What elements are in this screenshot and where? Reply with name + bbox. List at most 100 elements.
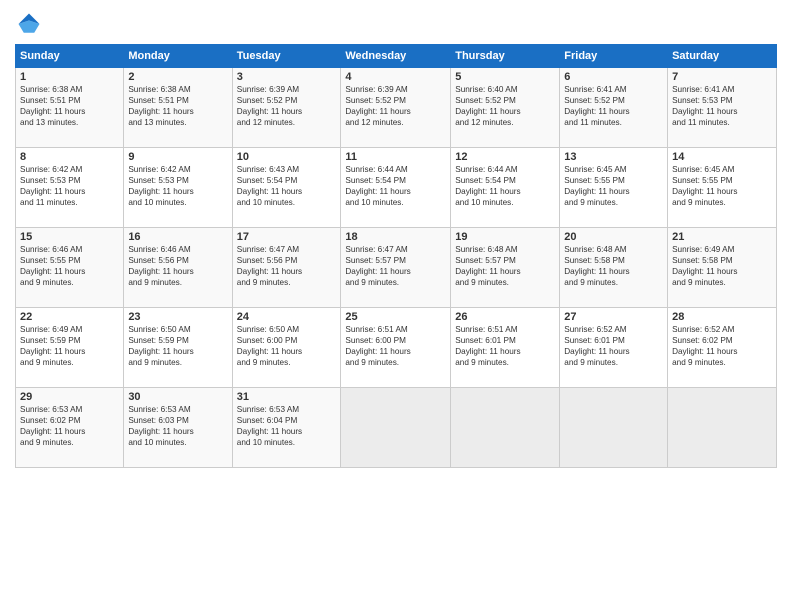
calendar-day-cell: 5Sunrise: 6:40 AM Sunset: 5:52 PM Daylig… <box>451 68 560 148</box>
calendar-day-cell: 24Sunrise: 6:50 AM Sunset: 6:00 PM Dayli… <box>232 308 341 388</box>
calendar-day-cell: 11Sunrise: 6:44 AM Sunset: 5:54 PM Dayli… <box>341 148 451 228</box>
day-info: Sunrise: 6:46 AM Sunset: 5:55 PM Dayligh… <box>20 244 119 288</box>
calendar-week-row: 22Sunrise: 6:49 AM Sunset: 5:59 PM Dayli… <box>16 308 777 388</box>
day-number: 29 <box>20 391 119 403</box>
calendar-day-cell: 6Sunrise: 6:41 AM Sunset: 5:52 PM Daylig… <box>560 68 668 148</box>
day-number: 7 <box>672 71 772 83</box>
day-info: Sunrise: 6:42 AM Sunset: 5:53 PM Dayligh… <box>20 164 119 208</box>
day-number: 3 <box>237 71 337 83</box>
day-number: 21 <box>672 231 772 243</box>
logo-icon <box>15 10 43 38</box>
day-number: 20 <box>564 231 663 243</box>
day-number: 2 <box>128 71 227 83</box>
calendar-day-cell: 18Sunrise: 6:47 AM Sunset: 5:57 PM Dayli… <box>341 228 451 308</box>
day-info: Sunrise: 6:44 AM Sunset: 5:54 PM Dayligh… <box>455 164 555 208</box>
calendar-week-row: 1Sunrise: 6:38 AM Sunset: 5:51 PM Daylig… <box>16 68 777 148</box>
logo <box>15 10 47 38</box>
day-number: 31 <box>237 391 337 403</box>
day-number: 25 <box>345 311 446 323</box>
day-info: Sunrise: 6:49 AM Sunset: 5:58 PM Dayligh… <box>672 244 772 288</box>
calendar-day-cell: 15Sunrise: 6:46 AM Sunset: 5:55 PM Dayli… <box>16 228 124 308</box>
day-info: Sunrise: 6:41 AM Sunset: 5:52 PM Dayligh… <box>564 84 663 128</box>
day-info: Sunrise: 6:52 AM Sunset: 6:01 PM Dayligh… <box>564 324 663 368</box>
calendar-week-row: 29Sunrise: 6:53 AM Sunset: 6:02 PM Dayli… <box>16 388 777 468</box>
day-number: 16 <box>128 231 227 243</box>
day-info: Sunrise: 6:41 AM Sunset: 5:53 PM Dayligh… <box>672 84 772 128</box>
calendar-day-cell: 29Sunrise: 6:53 AM Sunset: 6:02 PM Dayli… <box>16 388 124 468</box>
day-info: Sunrise: 6:39 AM Sunset: 5:52 PM Dayligh… <box>237 84 337 128</box>
calendar-day-header: Friday <box>560 45 668 68</box>
calendar-table: SundayMondayTuesdayWednesdayThursdayFrid… <box>15 44 777 468</box>
day-info: Sunrise: 6:42 AM Sunset: 5:53 PM Dayligh… <box>128 164 227 208</box>
day-number: 30 <box>128 391 227 403</box>
calendar-day-cell: 8Sunrise: 6:42 AM Sunset: 5:53 PM Daylig… <box>16 148 124 228</box>
calendar-day-cell: 20Sunrise: 6:48 AM Sunset: 5:58 PM Dayli… <box>560 228 668 308</box>
calendar-day-cell: 27Sunrise: 6:52 AM Sunset: 6:01 PM Dayli… <box>560 308 668 388</box>
day-number: 15 <box>20 231 119 243</box>
day-number: 1 <box>20 71 119 83</box>
day-info: Sunrise: 6:38 AM Sunset: 5:51 PM Dayligh… <box>20 84 119 128</box>
calendar-day-cell <box>560 388 668 468</box>
calendar-day-cell: 1Sunrise: 6:38 AM Sunset: 5:51 PM Daylig… <box>16 68 124 148</box>
day-info: Sunrise: 6:43 AM Sunset: 5:54 PM Dayligh… <box>237 164 337 208</box>
day-number: 4 <box>345 71 446 83</box>
calendar-day-cell: 7Sunrise: 6:41 AM Sunset: 5:53 PM Daylig… <box>668 68 777 148</box>
calendar-day-cell: 14Sunrise: 6:45 AM Sunset: 5:55 PM Dayli… <box>668 148 777 228</box>
day-info: Sunrise: 6:39 AM Sunset: 5:52 PM Dayligh… <box>345 84 446 128</box>
day-number: 10 <box>237 151 337 163</box>
day-number: 9 <box>128 151 227 163</box>
day-number: 26 <box>455 311 555 323</box>
day-info: Sunrise: 6:44 AM Sunset: 5:54 PM Dayligh… <box>345 164 446 208</box>
calendar-header-row: SundayMondayTuesdayWednesdayThursdayFrid… <box>16 45 777 68</box>
day-number: 17 <box>237 231 337 243</box>
calendar-day-cell: 9Sunrise: 6:42 AM Sunset: 5:53 PM Daylig… <box>124 148 232 228</box>
calendar-day-header: Wednesday <box>341 45 451 68</box>
calendar-day-cell: 23Sunrise: 6:50 AM Sunset: 5:59 PM Dayli… <box>124 308 232 388</box>
day-info: Sunrise: 6:47 AM Sunset: 5:57 PM Dayligh… <box>345 244 446 288</box>
day-info: Sunrise: 6:45 AM Sunset: 5:55 PM Dayligh… <box>672 164 772 208</box>
day-number: 5 <box>455 71 555 83</box>
calendar-day-cell <box>451 388 560 468</box>
calendar-day-cell: 17Sunrise: 6:47 AM Sunset: 5:56 PM Dayli… <box>232 228 341 308</box>
day-info: Sunrise: 6:49 AM Sunset: 5:59 PM Dayligh… <box>20 324 119 368</box>
day-number: 24 <box>237 311 337 323</box>
day-number: 6 <box>564 71 663 83</box>
day-number: 18 <box>345 231 446 243</box>
calendar-day-cell: 26Sunrise: 6:51 AM Sunset: 6:01 PM Dayli… <box>451 308 560 388</box>
day-info: Sunrise: 6:50 AM Sunset: 6:00 PM Dayligh… <box>237 324 337 368</box>
day-info: Sunrise: 6:53 AM Sunset: 6:04 PM Dayligh… <box>237 404 337 448</box>
calendar-day-cell: 12Sunrise: 6:44 AM Sunset: 5:54 PM Dayli… <box>451 148 560 228</box>
day-number: 14 <box>672 151 772 163</box>
day-info: Sunrise: 6:48 AM Sunset: 5:57 PM Dayligh… <box>455 244 555 288</box>
calendar-day-header: Sunday <box>16 45 124 68</box>
day-info: Sunrise: 6:53 AM Sunset: 6:02 PM Dayligh… <box>20 404 119 448</box>
calendar-day-cell: 30Sunrise: 6:53 AM Sunset: 6:03 PM Dayli… <box>124 388 232 468</box>
calendar-day-cell: 22Sunrise: 6:49 AM Sunset: 5:59 PM Dayli… <box>16 308 124 388</box>
calendar-day-cell <box>341 388 451 468</box>
day-number: 12 <box>455 151 555 163</box>
calendar-day-cell: 21Sunrise: 6:49 AM Sunset: 5:58 PM Dayli… <box>668 228 777 308</box>
calendar-day-cell: 3Sunrise: 6:39 AM Sunset: 5:52 PM Daylig… <box>232 68 341 148</box>
calendar-day-cell: 2Sunrise: 6:38 AM Sunset: 5:51 PM Daylig… <box>124 68 232 148</box>
calendar-day-cell: 4Sunrise: 6:39 AM Sunset: 5:52 PM Daylig… <box>341 68 451 148</box>
calendar-day-cell: 10Sunrise: 6:43 AM Sunset: 5:54 PM Dayli… <box>232 148 341 228</box>
calendar-day-cell: 19Sunrise: 6:48 AM Sunset: 5:57 PM Dayli… <box>451 228 560 308</box>
day-number: 27 <box>564 311 663 323</box>
calendar-day-header: Thursday <box>451 45 560 68</box>
day-number: 8 <box>20 151 119 163</box>
day-info: Sunrise: 6:40 AM Sunset: 5:52 PM Dayligh… <box>455 84 555 128</box>
day-number: 28 <box>672 311 772 323</box>
day-number: 22 <box>20 311 119 323</box>
calendar-day-cell <box>668 388 777 468</box>
calendar-week-row: 15Sunrise: 6:46 AM Sunset: 5:55 PM Dayli… <box>16 228 777 308</box>
day-number: 13 <box>564 151 663 163</box>
calendar-day-cell: 25Sunrise: 6:51 AM Sunset: 6:00 PM Dayli… <box>341 308 451 388</box>
day-info: Sunrise: 6:46 AM Sunset: 5:56 PM Dayligh… <box>128 244 227 288</box>
calendar-day-header: Saturday <box>668 45 777 68</box>
day-number: 19 <box>455 231 555 243</box>
calendar-day-cell: 13Sunrise: 6:45 AM Sunset: 5:55 PM Dayli… <box>560 148 668 228</box>
day-info: Sunrise: 6:51 AM Sunset: 6:01 PM Dayligh… <box>455 324 555 368</box>
calendar-day-cell: 28Sunrise: 6:52 AM Sunset: 6:02 PM Dayli… <box>668 308 777 388</box>
page: SundayMondayTuesdayWednesdayThursdayFrid… <box>0 0 792 612</box>
day-number: 23 <box>128 311 227 323</box>
